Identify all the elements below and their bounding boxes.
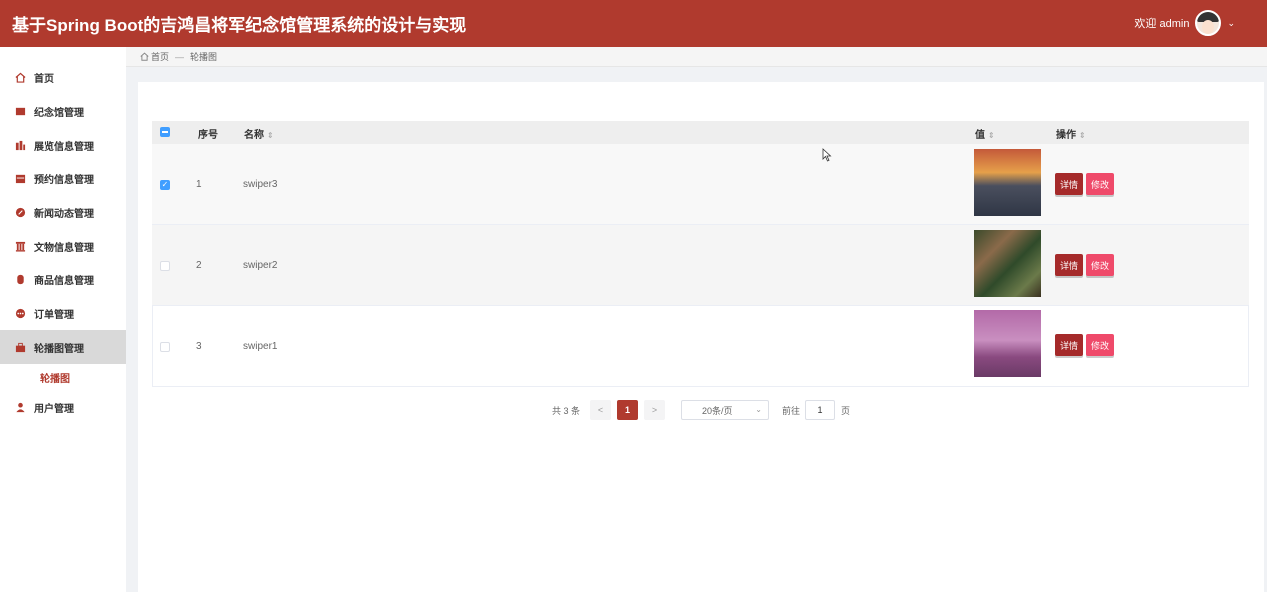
sidebar-item-label: 预约信息管理 xyxy=(34,174,94,186)
sidebar-subitem-carousel[interactable]: 轮播图 xyxy=(0,364,126,390)
detail-button[interactable]: 详情 xyxy=(1055,334,1084,356)
sidebar-item-home[interactable]: 首页 xyxy=(0,60,126,94)
sidebar-item-label: 用户管理 xyxy=(34,403,74,415)
sidebar-item-carousel[interactable]: 轮播图管理 xyxy=(0,330,126,364)
row-image[interactable] xyxy=(974,310,1041,377)
sidebar: 首页 纪念馆管理 展览信息管理 预约信息管理 新闻动态管理 文物信息管理 商品信… xyxy=(0,47,126,592)
pagination-total: 共 3 条 xyxy=(552,405,581,416)
table-row[interactable]: 2 swiper2 详情 修改 xyxy=(152,225,1249,306)
sidebar-item-users[interactable]: 用户管理 xyxy=(0,390,126,424)
home-icon[interactable] xyxy=(140,52,149,61)
row-checkbox[interactable]: ✓ xyxy=(160,180,170,190)
breadcrumb-current: 轮播图 xyxy=(190,52,218,62)
row-checkbox[interactable] xyxy=(160,342,170,352)
next-page-button[interactable]: > xyxy=(644,400,665,420)
page-size-value: 20条/页 xyxy=(702,405,733,416)
breadcrumb-home[interactable]: 首页 xyxy=(151,50,169,63)
row-index: 1 xyxy=(196,179,202,190)
sort-icon: ⇕ xyxy=(988,131,995,140)
page-size-select[interactable]: 20条/页 ⌄ xyxy=(681,400,769,420)
column-index: 序号 xyxy=(198,130,218,141)
goto-page-input[interactable]: 1 xyxy=(805,400,835,420)
sidebar-item-label: 订单管理 xyxy=(34,309,74,321)
row-name: swiper1 xyxy=(243,341,278,352)
column-value[interactable]: 值 ⇕ xyxy=(975,126,995,141)
building-icon xyxy=(14,105,26,117)
news-icon xyxy=(14,206,26,218)
row-name: swiper3 xyxy=(243,179,278,190)
edit-button[interactable]: 修改 xyxy=(1086,254,1115,276)
sidebar-item-label: 商品信息管理 xyxy=(34,275,94,287)
sidebar-item-label: 展览信息管理 xyxy=(34,141,94,153)
detail-button[interactable]: 详情 xyxy=(1055,254,1084,276)
column-actions[interactable]: 操作 ⇕ xyxy=(1056,126,1086,141)
sidebar-item-booking[interactable]: 预约信息管理 xyxy=(0,161,126,195)
sidebar-item-label: 纪念馆管理 xyxy=(34,107,84,119)
row-index: 3 xyxy=(196,341,202,352)
avatar[interactable] xyxy=(1195,10,1222,36)
sort-icon: ⇕ xyxy=(1079,131,1086,140)
prev-page-button[interactable]: < xyxy=(590,400,611,420)
edit-button[interactable]: 修改 xyxy=(1086,173,1115,195)
edit-button[interactable]: 修改 xyxy=(1086,334,1115,356)
row-name: swiper2 xyxy=(243,260,278,271)
mouse-cursor-icon xyxy=(822,148,832,162)
sidebar-item-exhibition[interactable]: 展览信息管理 xyxy=(0,128,126,162)
select-all-checkbox[interactable] xyxy=(160,127,170,137)
row-image[interactable] xyxy=(974,230,1041,297)
sidebar-item-label: 文物信息管理 xyxy=(34,242,94,254)
sidebar-item-goods[interactable]: 商品信息管理 xyxy=(0,262,126,296)
sidebar-item-label: 轮播图管理 xyxy=(34,343,84,355)
table-header: 序号 名称 ⇕ 值 ⇕ 操作 ⇕ xyxy=(152,121,1249,144)
sidebar-item-relics[interactable]: 文物信息管理 xyxy=(0,229,126,263)
row-index: 2 xyxy=(196,260,202,271)
row-image[interactable] xyxy=(974,149,1041,216)
user-icon xyxy=(14,401,26,413)
table-row[interactable]: ✓ 1 swiper3 详情 修改 xyxy=(152,144,1249,225)
welcome-text: 欢迎 admin xyxy=(1134,18,1190,30)
chevron-down-icon: ⌄ xyxy=(755,405,762,414)
table-row[interactable]: 3 swiper1 详情 修改 xyxy=(152,306,1249,387)
user-menu[interactable]: 欢迎 admin ⌄ xyxy=(1134,10,1235,36)
sidebar-item-news[interactable]: 新闻动态管理 xyxy=(0,195,126,229)
app-header: 基于Spring Boot的吉鸿昌将军纪念馆管理系统的设计与实现 欢迎 admi… xyxy=(0,0,1267,47)
carousel-icon xyxy=(14,341,26,353)
detail-button[interactable]: 详情 xyxy=(1055,173,1084,195)
app-title: 基于Spring Boot的吉鸿昌将军纪念馆管理系统的设计与实现 xyxy=(12,16,467,35)
exhibit-icon xyxy=(14,139,26,151)
row-checkbox[interactable] xyxy=(160,261,170,271)
goto-label: 前往 xyxy=(782,405,801,416)
order-icon xyxy=(14,307,26,319)
sidebar-item-orders[interactable]: 订单管理 xyxy=(0,296,126,330)
sidebar-item-label: 首页 xyxy=(34,73,54,85)
page-number-current[interactable]: 1 xyxy=(617,400,638,420)
pagination: 共 3 条 < 1 > 20条/页 ⌄ 前往 1 页 xyxy=(138,400,1264,420)
breadcrumb: 首页 — 轮播图 xyxy=(126,47,1267,67)
sort-icon: ⇕ xyxy=(267,131,274,140)
relic-icon xyxy=(14,240,26,252)
breadcrumb-separator: — xyxy=(175,51,185,62)
sidebar-item-label: 新闻动态管理 xyxy=(34,208,94,220)
goods-icon xyxy=(14,273,26,285)
home-icon xyxy=(14,71,26,83)
chevron-down-icon[interactable]: ⌄ xyxy=(1227,18,1235,29)
column-name[interactable]: 名称 ⇕ xyxy=(244,126,274,141)
main-panel: 序号 名称 ⇕ 值 ⇕ 操作 ⇕ ✓ 1 swiper3 详情 修改 2 swiper… xyxy=(138,82,1264,592)
page-suffix: 页 xyxy=(841,405,851,416)
calendar-icon xyxy=(14,172,26,184)
sidebar-item-memorial[interactable]: 纪念馆管理 xyxy=(0,94,126,128)
